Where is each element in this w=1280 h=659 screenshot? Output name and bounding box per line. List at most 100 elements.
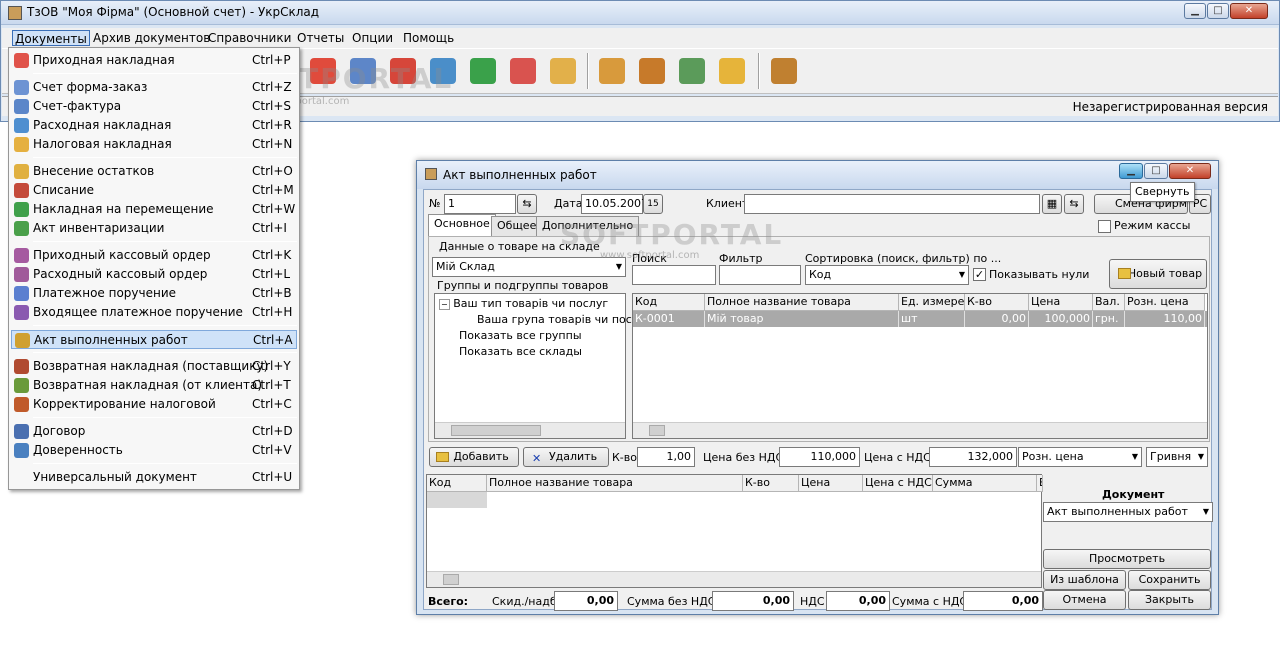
new-item-button[interactable]: Новый товар [1109,259,1207,289]
exit-door-icon[interactable] [768,53,800,89]
tree-node-group[interactable]: Ваша група товарів чи послуг [477,313,651,326]
menu-item-13[interactable]: Входящее платежное поручение Ctrl+H [11,303,297,322]
number-field[interactable]: 1 [444,194,516,214]
menu-item-shortcut: Ctrl+A [253,333,293,347]
stock-column-header[interactable]: Розн. цена [1125,294,1205,311]
cash-mode-checkbox[interactable] [1098,220,1111,233]
tree-show-all-warehouses[interactable]: Показать все склады [459,345,582,358]
close-doc-button[interactable]: Закрыть [1128,590,1211,610]
price-no-vat-field[interactable]: 110,000 [779,447,860,467]
act-minimize-button[interactable]: ▁ [1119,163,1143,179]
doc-column-header[interactable]: Цена с НДС [863,475,933,492]
menu-item-6[interactable]: Внесение остатков Ctrl+O [11,162,297,181]
menu-references[interactable]: Справочники [205,30,294,46]
date-field[interactable]: 10.05.2007 [581,194,648,214]
delete-icon[interactable] [507,53,539,89]
menu-item-10[interactable]: Приходный кассовый ордер Ctrl+K [11,246,297,265]
menu-item-18[interactable]: Договор Ctrl+D [11,422,297,441]
clients-icon[interactable] [596,53,628,89]
cancel-button[interactable]: Отмена [1043,590,1126,610]
price-type-select[interactable]: Розн. цена [1018,447,1142,467]
menu-item-17[interactable]: Корректирование налоговой Ctrl+C [11,395,297,414]
warehouse-icon[interactable] [636,53,668,89]
price-vat-field[interactable]: 132,000 [929,447,1017,467]
doc-column-header[interactable]: Цена [799,475,863,492]
menu-options[interactable]: Опции [349,30,396,46]
stock-column-header[interactable]: К-во [965,294,1029,311]
number-picker-icon[interactable]: ⇆ [517,194,537,214]
tab-general[interactable]: Общее [491,216,543,236]
menu-documents[interactable]: Документы [12,30,90,46]
menu-item-5[interactable]: Налоговая накладная Ctrl+N [11,135,297,154]
client-select-icon[interactable]: ⇆ [1064,194,1084,214]
stock-row[interactable]: К-0001 Мій товар шт 0,00 100,000 грн. 110,00 [633,311,1207,327]
menu-item-15[interactable]: Возвратная накладная (поставщику) Ctrl+Y [11,357,297,376]
currency-icon[interactable] [716,53,748,89]
menu-item-9[interactable]: Акт инвентаризации Ctrl+I [11,219,297,238]
doc-column-header[interactable]: Код [427,475,487,492]
menu-reports[interactable]: Отчеты [294,30,347,46]
doc-column-header[interactable]: Полное название товара [487,475,743,492]
menu-archive[interactable]: Архив документов [90,30,213,46]
menu-item-19[interactable]: Доверенность Ctrl+V [11,441,297,460]
stock-column-header[interactable]: Ед. измерения [899,294,965,311]
preview-button[interactable]: Просмотреть [1043,549,1211,569]
currency-select[interactable]: Гривня [1146,447,1208,467]
document-type-select[interactable]: Акт выполненных работ [1043,502,1213,522]
stock-scrollbar[interactable] [633,422,1207,438]
tree-show-all-groups[interactable]: Показать все группы [459,329,582,342]
stock-column-header[interactable]: Вал. [1093,294,1125,311]
tree-node-type[interactable]: − Ваш тип товарів чи послуг [439,297,608,310]
payment-order-icon [14,286,29,301]
stock-column-header[interactable]: Цена [1029,294,1093,311]
filter-field[interactable] [719,265,801,285]
calendar-icon[interactable]: 15 [643,194,663,214]
discount-field[interactable]: 0,00 [554,591,618,611]
act-close-button[interactable]: ✕ [1169,163,1211,179]
menu-item-8[interactable]: Накладная на перемещение Ctrl+W [11,200,297,219]
client-field[interactable] [744,194,1040,214]
menu-item-label: Накладная на перемещение [33,202,214,216]
close-button[interactable]: ✕ [1230,3,1268,19]
menu-item-7[interactable]: Списание Ctrl+M [11,181,297,200]
menu-item-1[interactable]: Приходная накладная Ctrl+P [11,51,297,70]
price-no-vat-label: Цена без НДС: [703,451,787,464]
warehouse-select[interactable]: Мій Склад [432,257,626,277]
tree-scrollbar[interactable] [435,422,625,438]
menu-item-2[interactable]: Счет форма-заказ Ctrl+Z [11,78,297,97]
doc-column-header[interactable]: К-во [743,475,799,492]
discount-label: Скид./надб. [492,595,561,608]
menu-item-shortcut: Ctrl+P [252,53,291,67]
from-template-button[interactable]: Из шаблона [1043,570,1126,590]
show-zero-checkbox[interactable]: ✓ [973,268,986,281]
client-book-icon[interactable]: ▦ [1042,194,1062,214]
watermark-url-2: www.softportal.com [600,250,700,261]
minimize-button[interactable]: ▁ [1184,3,1206,19]
menu-item-20[interactable]: Универсальный документ Ctrl+U [11,468,297,487]
groups-tree: − Ваш тип товарів чи послуг Ваша група т… [434,293,651,439]
menu-item-12[interactable]: Платежное поручение Ctrl+B [11,284,297,303]
search-field[interactable] [632,265,716,285]
doc-column-header[interactable]: Сумма [933,475,1037,492]
stock-column-header[interactable]: Код [633,294,705,311]
doc-column-header[interactable]: В [1037,475,1043,492]
add-button[interactable]: Добавить [429,447,519,467]
menu-item-3[interactable]: Счет-фактура Ctrl+S [11,97,297,116]
menu-item-16[interactable]: Возвратная накладная (от клиента) Ctrl+T [11,376,297,395]
doc-scrollbar[interactable] [427,571,1041,587]
menu-item-11[interactable]: Расходный кассовый ордер Ctrl+L [11,265,297,284]
menu-help[interactable]: Помощь [400,30,457,46]
delete-button[interactable]: ✕ Удалить [523,447,609,467]
qty-field[interactable]: 1,00 [637,447,695,467]
transfer-icon[interactable] [467,53,499,89]
save-button[interactable]: Сохранить [1128,570,1211,590]
users-icon[interactable] [676,53,708,89]
tab-main[interactable]: Основное [428,214,496,236]
maximize-button[interactable]: □ [1207,3,1229,19]
stock-column-header[interactable]: Полное название товара [705,294,899,311]
invoice-icon[interactable] [547,53,579,89]
sort-select[interactable]: Код [805,265,969,285]
menu-item-4[interactable]: Расходная накладная Ctrl+R [11,116,297,135]
menu-item-14[interactable]: Акт выполненных работ Ctrl+A [11,330,297,349]
act-maximize-button[interactable]: □ [1144,163,1168,179]
